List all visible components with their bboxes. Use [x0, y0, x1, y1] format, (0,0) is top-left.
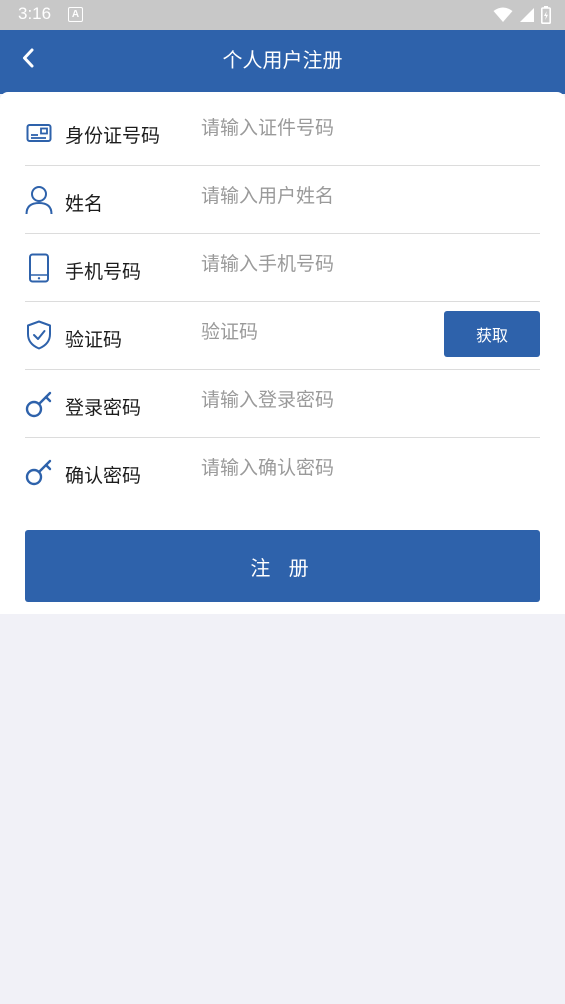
- cellular-signal-icon: [520, 8, 534, 22]
- key-icon: [25, 457, 53, 487]
- battery-icon: [541, 6, 551, 24]
- password-label: 登录密码: [65, 397, 142, 419]
- verification-code-label: 验证码: [65, 329, 123, 351]
- form-row-confirm-password: 确认密码: [25, 437, 540, 505]
- nav-bar: 个人用户注册: [0, 30, 565, 94]
- form-row-verification-code: 验证码 获取: [25, 301, 540, 370]
- password-input[interactable]: [201, 383, 441, 417]
- id-number-label: 身份证号码: [65, 125, 161, 147]
- mobile-phone-icon: [25, 253, 53, 283]
- name-label: 姓名: [65, 193, 104, 215]
- id-number-input[interactable]: [201, 111, 441, 145]
- form-row-name: 姓名: [25, 165, 540, 234]
- confirm-password-label: 确认密码: [65, 465, 142, 487]
- shield-check-icon: [25, 320, 53, 350]
- form-row-password: 登录密码: [25, 369, 540, 438]
- register-button[interactable]: 注 册: [25, 530, 540, 602]
- notification-a-icon: A: [68, 7, 83, 22]
- status-bar: 3:16 A: [0, 0, 565, 30]
- phone-input[interactable]: [201, 247, 441, 281]
- form-row-id-number: 身份证号码: [25, 97, 540, 166]
- phone-label: 手机号码: [65, 261, 142, 283]
- registration-form-card: 身份证号码 姓名 手机号码: [0, 92, 565, 614]
- get-code-button[interactable]: 获取: [444, 311, 540, 357]
- form-row-phone: 手机号码: [25, 233, 540, 302]
- key-icon: [25, 389, 53, 419]
- verification-code-input[interactable]: [201, 315, 401, 349]
- confirm-password-input[interactable]: [201, 451, 441, 485]
- wifi-icon: [493, 7, 513, 22]
- name-input[interactable]: [201, 179, 441, 213]
- id-card-icon: [25, 118, 53, 148]
- user-icon: [25, 185, 53, 215]
- status-icons: [493, 6, 551, 24]
- page-title: 个人用户注册: [222, 48, 343, 72]
- status-time: 3:16: [18, 4, 52, 23]
